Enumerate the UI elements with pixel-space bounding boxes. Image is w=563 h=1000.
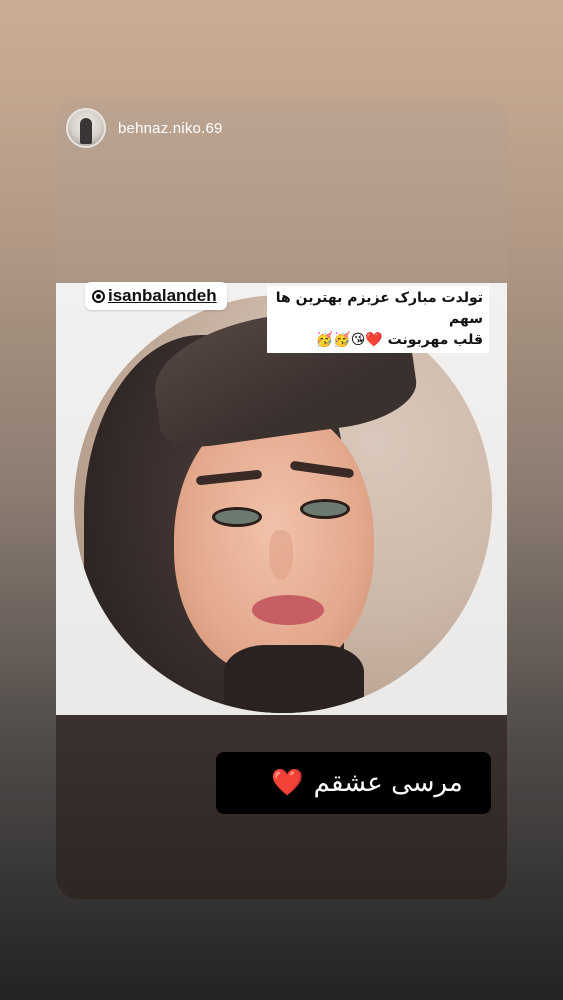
reply-text: مرسی عشقم bbox=[313, 768, 463, 798]
left-eye bbox=[212, 507, 262, 527]
username[interactable]: behnaz.niko.69 bbox=[118, 120, 223, 137]
mention-sticker[interactable]: isanbalandeh bbox=[85, 282, 227, 310]
nose-shape bbox=[269, 530, 293, 580]
caption-text-box: تولدت مبارک عزیزم بهترین ها سهم قلب مهرب… bbox=[267, 286, 489, 353]
mention-handle: isanbalandeh bbox=[108, 286, 217, 305]
story-card: behnaz.niko.69 isanbalandeh تولدت مبارک … bbox=[56, 99, 507, 899]
caption-line-2: قلب مهربونت ❤️😘🥳🥳 bbox=[315, 332, 483, 348]
right-eye bbox=[300, 499, 350, 519]
reply-text-sticker: مرسی عشقم ❤️😍 bbox=[216, 752, 491, 814]
neck-shape bbox=[224, 645, 364, 713]
profile-avatar[interactable] bbox=[66, 108, 106, 148]
avatar-figure bbox=[80, 118, 92, 144]
threads-at-icon bbox=[92, 289, 105, 303]
portrait-circle bbox=[74, 295, 492, 713]
caption-line-1: تولدت مبارک عزیزم بهترین ها سهم bbox=[275, 290, 483, 327]
story-header: behnaz.niko.69 bbox=[66, 108, 223, 148]
lips-shape bbox=[252, 595, 324, 625]
heart-eyes-icon: ❤️😍 bbox=[244, 768, 304, 798]
